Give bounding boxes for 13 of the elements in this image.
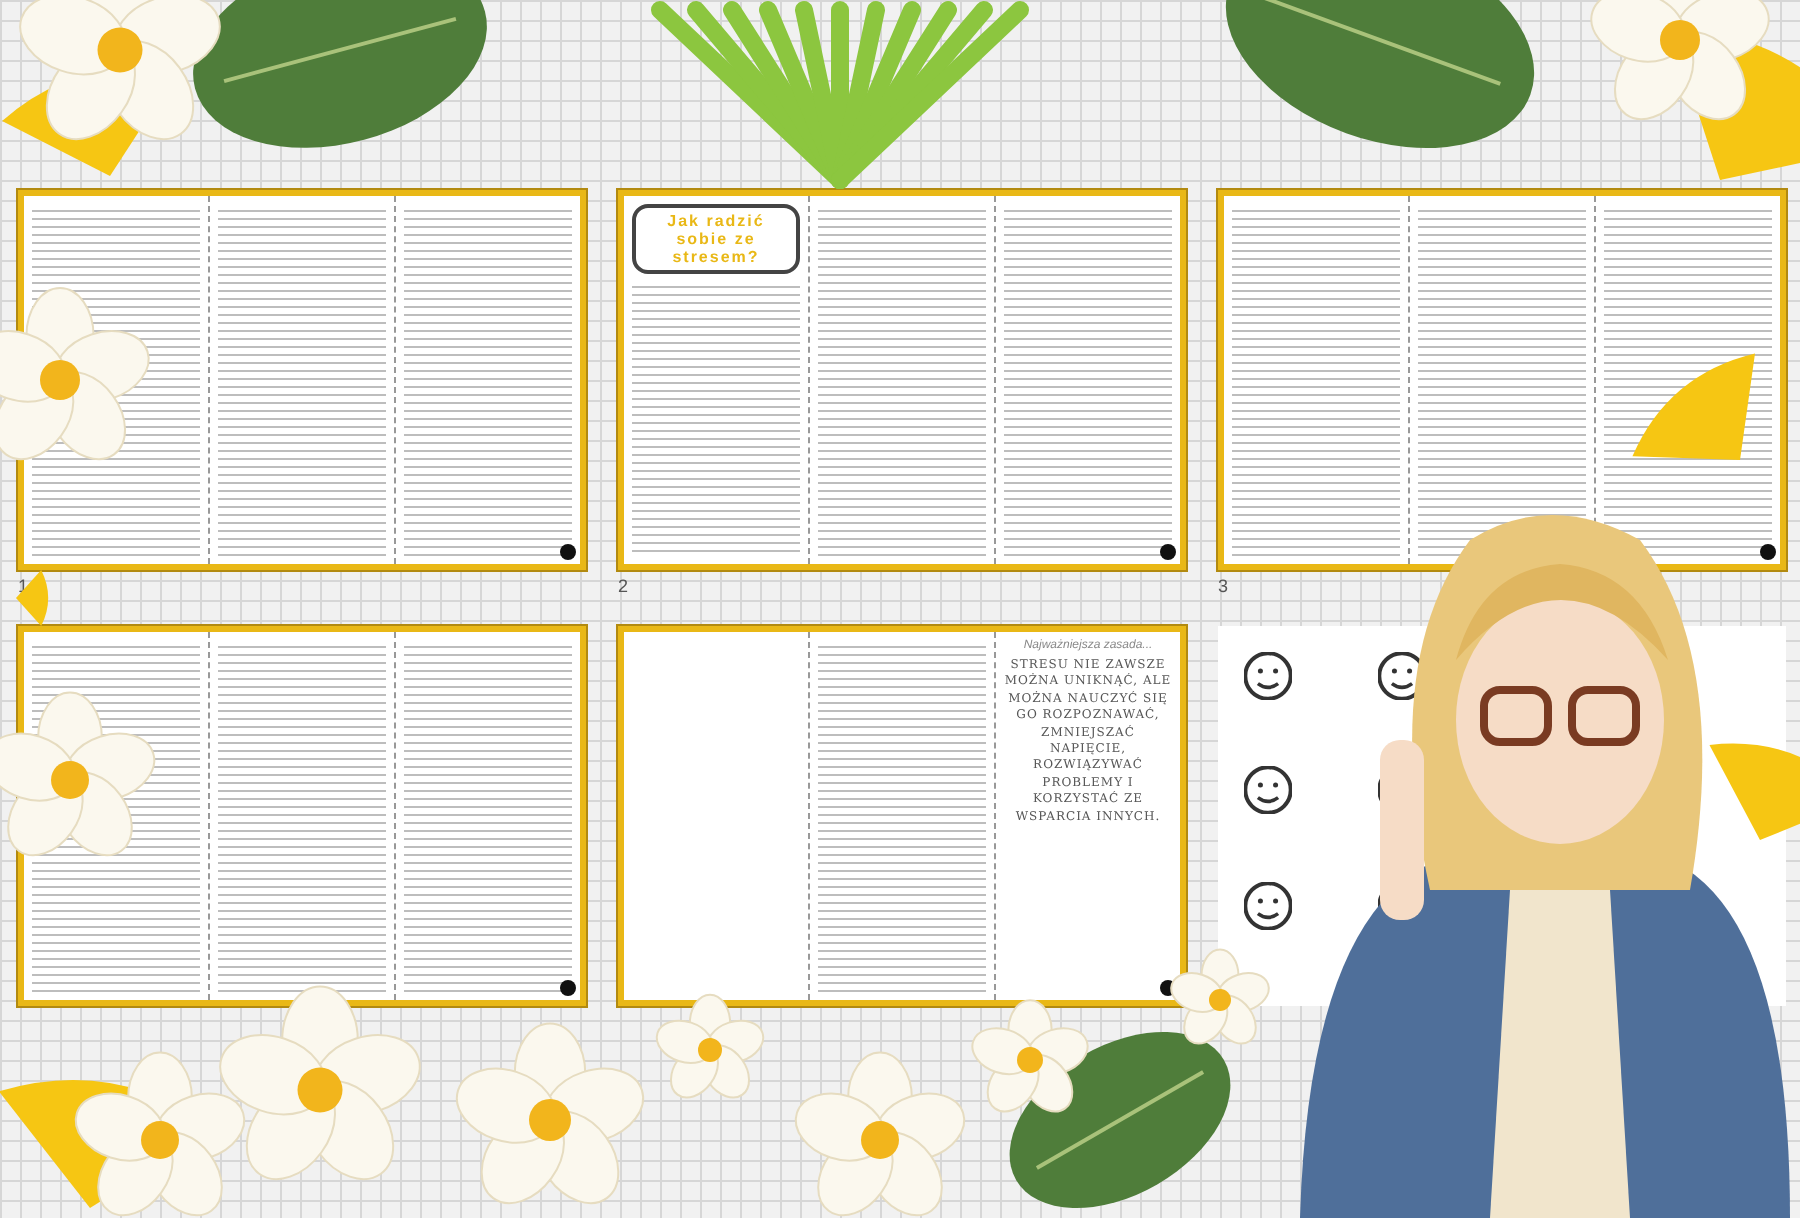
page-title: Jak radzić sobie ze stresem? <box>632 204 800 274</box>
ginkgo-leaf-drawing <box>1709 743 1800 840</box>
smiley-face-icon <box>1244 766 1292 815</box>
round-logo-icon <box>560 980 576 996</box>
ginkgo-leaf-drawing <box>16 570 49 626</box>
round-logo-icon <box>560 544 576 560</box>
ginkgo-leaf-drawing <box>1632 353 1755 460</box>
page-number: 3 <box>1218 574 1231 600</box>
smiley-face-icon <box>1244 652 1292 700</box>
page-number: 2 <box>618 574 631 600</box>
smiley-face-icon <box>1244 881 1292 930</box>
round-logo-icon <box>1160 544 1176 560</box>
round-logo-icon <box>1760 544 1776 560</box>
